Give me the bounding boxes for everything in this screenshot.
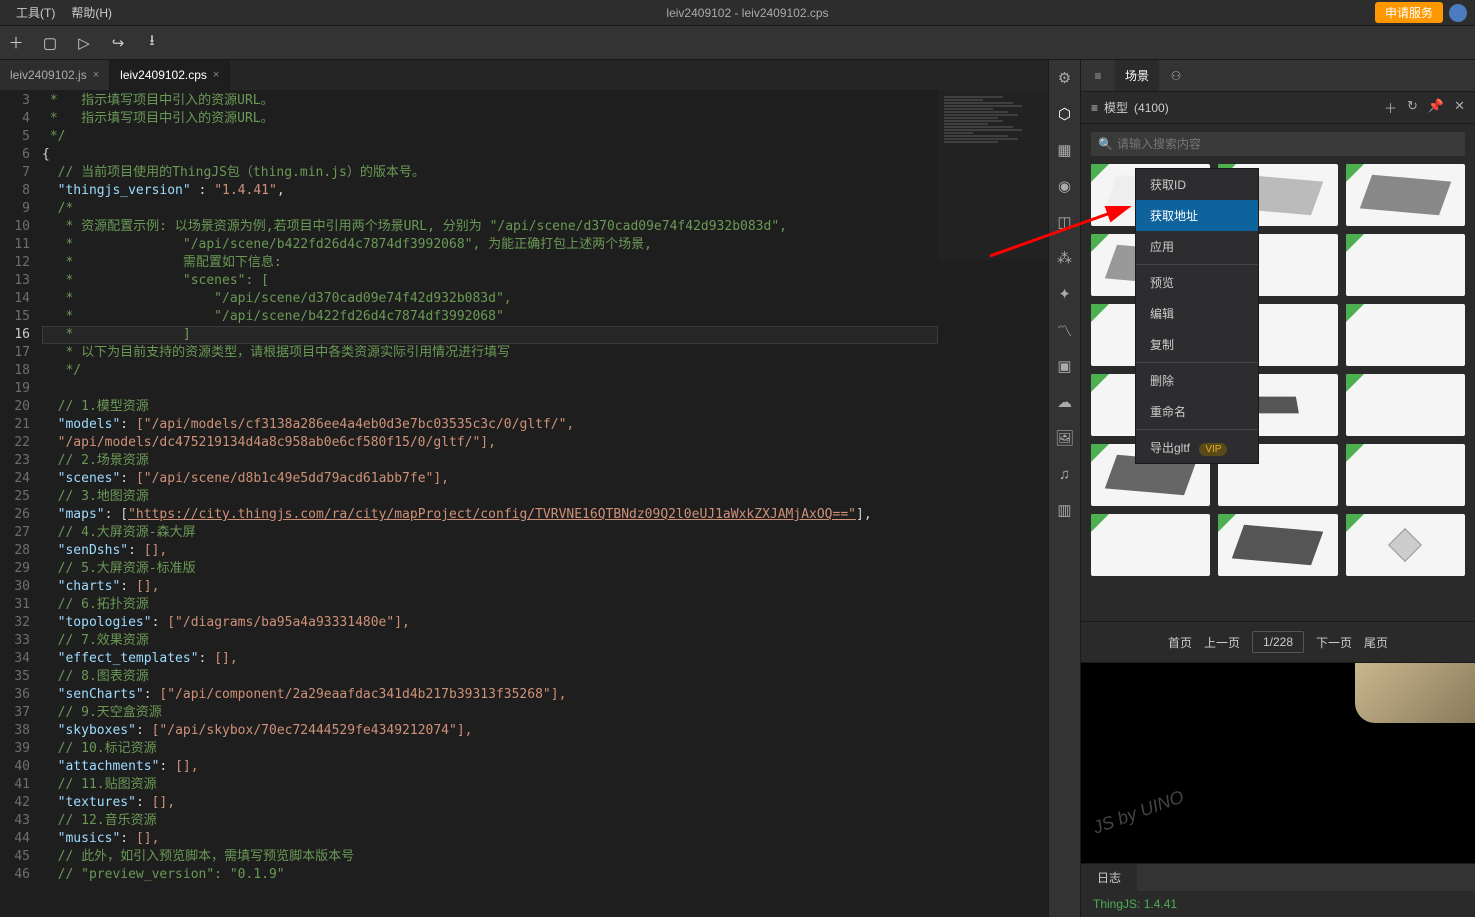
- ctx-copy[interactable]: 复制: [1136, 329, 1258, 360]
- tab-cps[interactable]: leiv2409102.cps ×: [110, 60, 230, 90]
- search-input[interactable]: [1091, 132, 1465, 156]
- menu-tools[interactable]: 工具(T): [8, 2, 63, 23]
- log-tabs: 日志: [1081, 863, 1475, 891]
- run-icon[interactable]: ▷: [74, 33, 94, 53]
- model-item[interactable]: [1346, 164, 1465, 226]
- scene-preview[interactable]: JS by UINO: [1081, 663, 1475, 863]
- refresh-icon[interactable]: ↻: [1407, 98, 1418, 117]
- scene-object: [1355, 663, 1475, 723]
- sparkle-icon[interactable]: ✦: [1055, 284, 1075, 304]
- context-menu: 获取ID 获取地址 应用 预览 编辑 复制 删除 重命名 导出gltf VIP: [1135, 168, 1259, 464]
- page-next[interactable]: 下一页: [1316, 634, 1352, 651]
- code-editor[interactable]: 3456789101112131415161718192021222324252…: [0, 90, 1048, 917]
- tree-icon: ⚇: [1169, 69, 1183, 83]
- pin-icon[interactable]: 📌: [1428, 98, 1444, 117]
- filter-icon: ≡: [1091, 69, 1105, 83]
- page-prev[interactable]: 上一页: [1204, 634, 1240, 651]
- log-content: ThingJS: 1.4.41: [1081, 891, 1475, 917]
- ctx-delete[interactable]: 删除: [1136, 365, 1258, 396]
- panel-tab-hierarchy[interactable]: ⚇: [1159, 60, 1193, 91]
- model-item[interactable]: [1346, 444, 1465, 506]
- model-count: (4100): [1134, 101, 1169, 115]
- ctx-preview[interactable]: 预览: [1136, 267, 1258, 298]
- model-item[interactable]: [1218, 514, 1337, 576]
- log-version: ThingJS: 1.4.41: [1093, 897, 1177, 911]
- box-icon[interactable]: ▥: [1055, 500, 1075, 520]
- toolbar: ＋ ▢ ▷ ↪ ⭳: [0, 26, 1475, 60]
- nodes-icon[interactable]: ⁂: [1055, 248, 1075, 268]
- download-icon[interactable]: ⭳: [142, 33, 162, 53]
- separator: [1136, 264, 1258, 265]
- panel-tab-scene[interactable]: 场景: [1115, 60, 1159, 91]
- trend-icon[interactable]: 〽: [1055, 320, 1075, 340]
- paginator: 首页 上一页 1/228 下一页 尾页: [1081, 621, 1475, 663]
- ctx-get-id[interactable]: 获取ID: [1136, 169, 1258, 200]
- model-item[interactable]: [1346, 304, 1465, 366]
- apply-service-button[interactable]: 申请服务: [1375, 2, 1443, 23]
- close-icon[interactable]: ✕: [1454, 98, 1465, 117]
- settings-icon[interactable]: ⚙: [1055, 68, 1075, 88]
- page-first[interactable]: 首页: [1168, 634, 1192, 651]
- chart-icon[interactable]: ◫: [1055, 212, 1075, 232]
- ctx-export-label: 导出gltf: [1150, 441, 1190, 455]
- separator: [1136, 429, 1258, 430]
- globe-icon[interactable]: ◉: [1055, 176, 1075, 196]
- model-item[interactable]: [1346, 234, 1465, 296]
- ctx-edit[interactable]: 编辑: [1136, 298, 1258, 329]
- hamburger-icon[interactable]: ≡: [1091, 101, 1098, 115]
- code-content[interactable]: * 指示填写项目中引入的资源URL。 * 指示填写项目中引入的资源URL。 */…: [42, 90, 1048, 917]
- ctx-get-address[interactable]: 获取地址: [1136, 200, 1258, 231]
- save-icon[interactable]: ▢: [40, 33, 60, 53]
- tab-label: leiv2409102.cps: [120, 68, 207, 82]
- cloud-icon[interactable]: ☁: [1055, 392, 1075, 412]
- layers-icon[interactable]: ▦: [1055, 140, 1075, 160]
- user-avatar[interactable]: [1449, 4, 1467, 22]
- close-icon[interactable]: ×: [213, 69, 219, 81]
- tab-label: leiv2409102.js: [10, 68, 87, 82]
- model-panel-header: ≡ 模型 (4100) ＋ ↻ 📌 ✕: [1081, 92, 1475, 124]
- search-icon: 🔍: [1098, 137, 1113, 151]
- cube-icon[interactable]: ⬡: [1055, 104, 1075, 124]
- model-search: 🔍: [1081, 124, 1475, 164]
- page-current: 1/228: [1252, 631, 1304, 653]
- add-icon[interactable]: ＋: [1384, 98, 1397, 117]
- new-file-icon[interactable]: ＋: [6, 33, 26, 53]
- panel-tab-label: 场景: [1125, 67, 1149, 84]
- music-icon[interactable]: ♫: [1055, 464, 1075, 484]
- square-icon[interactable]: ▣: [1055, 356, 1075, 376]
- editor-tabs: leiv2409102.js × leiv2409102.cps ×: [0, 60, 1048, 90]
- minimap[interactable]: [938, 90, 1048, 260]
- panel-tabs: ≡ 场景 ⚇: [1081, 60, 1475, 92]
- menu-help[interactable]: 帮助(H): [63, 2, 120, 23]
- line-numbers: 3456789101112131415161718192021222324252…: [0, 90, 42, 917]
- log-tab[interactable]: 日志: [1081, 864, 1137, 891]
- vip-badge: VIP: [1199, 443, 1227, 456]
- page-last[interactable]: 尾页: [1364, 634, 1388, 651]
- model-title: 模型: [1104, 99, 1128, 116]
- minimap-content: [938, 90, 1048, 150]
- panel-tab-filter[interactable]: ≡: [1081, 60, 1115, 91]
- ctx-apply[interactable]: 应用: [1136, 231, 1258, 262]
- model-item[interactable]: [1346, 374, 1465, 436]
- model-item[interactable]: [1346, 514, 1465, 576]
- side-icon-bar: ⚙ ⬡ ▦ ◉ ◫ ⁂ ✦ 〽 ▣ ☁ 🖼 ♫ ▥: [1048, 60, 1080, 917]
- separator: [1136, 362, 1258, 363]
- share-icon[interactable]: ↪: [108, 33, 128, 53]
- tab-js[interactable]: leiv2409102.js ×: [0, 60, 110, 90]
- watermark: JS by UINO: [1090, 786, 1186, 838]
- menubar: 工具(T) 帮助(H) leiv2409102 - leiv2409102.cp…: [0, 0, 1475, 26]
- model-item[interactable]: [1091, 514, 1210, 576]
- window-title: leiv2409102 - leiv2409102.cps: [120, 6, 1375, 20]
- image-icon[interactable]: 🖼: [1055, 428, 1075, 448]
- close-icon[interactable]: ×: [93, 69, 99, 81]
- ctx-rename[interactable]: 重命名: [1136, 396, 1258, 427]
- ctx-export-gltf[interactable]: 导出gltf VIP: [1136, 432, 1258, 463]
- editor-column: leiv2409102.js × leiv2409102.cps × 34567…: [0, 60, 1048, 917]
